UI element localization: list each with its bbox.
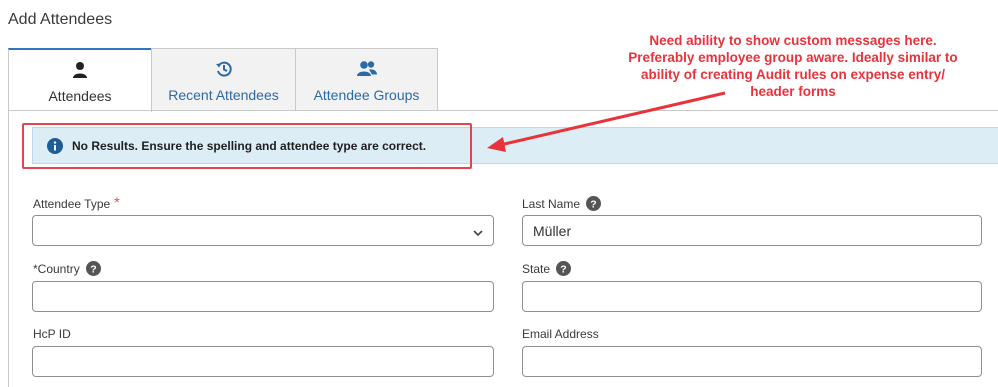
email-address-label: Email Address bbox=[522, 327, 599, 341]
hcp-id-input[interactable] bbox=[32, 346, 494, 377]
country-label: *Country ? bbox=[33, 261, 101, 276]
svg-text:?: ? bbox=[560, 263, 566, 275]
country-input[interactable] bbox=[32, 281, 494, 312]
svg-text:?: ? bbox=[90, 263, 96, 275]
state-label-text: State bbox=[522, 261, 551, 276]
state-input[interactable] bbox=[522, 281, 982, 312]
help-icon[interactable]: ? bbox=[556, 261, 572, 276]
annotation-note: Need ability to show custom messages her… bbox=[628, 33, 958, 99]
state-label: State ? bbox=[522, 261, 572, 276]
attendee-type-label-text: Attendee Type bbox=[33, 197, 111, 211]
required-marker: * bbox=[114, 194, 120, 210]
country-label-text: *Country bbox=[33, 261, 80, 276]
last-name-label: Last Name ? bbox=[522, 196, 602, 211]
email-address-input[interactable] bbox=[522, 346, 982, 377]
help-icon[interactable]: ? bbox=[586, 196, 602, 211]
last-name-input[interactable] bbox=[522, 215, 982, 246]
attendee-type-select[interactable] bbox=[32, 215, 494, 246]
help-icon[interactable]: ? bbox=[85, 261, 101, 276]
svg-text:?: ? bbox=[590, 198, 596, 210]
attendee-type-label: Attendee Type * bbox=[33, 194, 120, 212]
hcp-id-label: HcP ID bbox=[33, 327, 71, 341]
last-name-label-text: Last Name bbox=[522, 196, 581, 211]
chevron-down-icon bbox=[473, 223, 483, 239]
